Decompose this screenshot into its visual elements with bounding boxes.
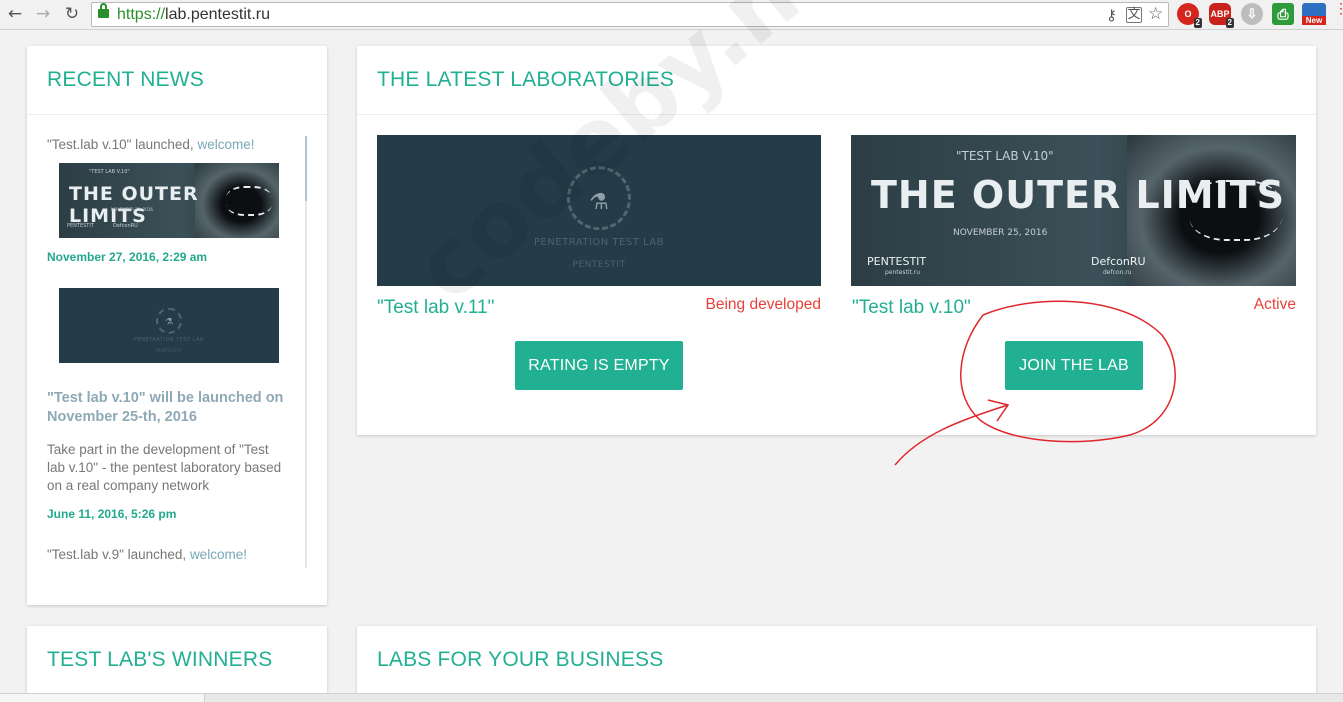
banner-brand: PENTESTIT (867, 255, 927, 268)
address-bar[interactable]: https://lab.pentestit.ru ⚷ 文 ☆ (91, 2, 1169, 27)
banner-brand: PENTESTIT (572, 260, 626, 270)
scrollbar-thumb[interactable] (0, 694, 205, 702)
winners-panel: TEST LAB'S WINNERS (27, 626, 327, 702)
news-item-3: "Test.lab v.9" launched, welcome! (47, 546, 247, 564)
banner-date: NOVEMBER 25, 2016 (111, 207, 153, 212)
news-list: "Test.lab v.10" launched, welcome! "TEST… (47, 136, 309, 566)
news-item-1-text: "Test.lab v.10" launched, (47, 137, 194, 152)
new-extension-icon[interactable]: New (1302, 3, 1326, 25)
annotation-arrow-line (894, 404, 1009, 466)
banner-title: THE OUTER LIMITS (871, 173, 1286, 217)
lock-icon (98, 3, 109, 18)
banner-partner-sub: defcon.ru (1103, 269, 1132, 276)
printer-extension-icon[interactable]: ⎙ (1272, 3, 1294, 25)
business-panel: LABS FOR YOUR BUSINESS (357, 626, 1316, 702)
latest-labs-title: THE LATEST LABORATORIES (377, 68, 675, 91)
lab-11-name[interactable]: "Test lab v.11" (377, 297, 494, 319)
recent-news-panel: RECENT NEWS "Test.lab v.10" launched, we… (27, 46, 327, 605)
new-label: New (1302, 16, 1326, 25)
banner-small-text: "TEST LAB V.10" (956, 149, 1054, 163)
opera-extension-icon[interactable]: O2 (1177, 3, 1202, 28)
recent-news-title: RECENT NEWS (47, 68, 204, 91)
flask-icon: ⚗ (589, 189, 609, 215)
translate-icon[interactable]: 文 (1126, 7, 1142, 23)
banner-partner: DefconRU (113, 223, 138, 229)
winners-title: TEST LAB'S WINNERS (47, 648, 273, 671)
news-item-2-heading[interactable]: "Test lab v.10" will be launched on Nove… (47, 389, 287, 427)
news-scrollbar-thumb[interactable] (305, 136, 307, 201)
news-item-2-date: June 11, 2016, 5:26 pm (47, 507, 177, 521)
annotation-circle-arrow (894, 300, 1176, 466)
banner-partner: DefconRU (1091, 255, 1146, 268)
browser-toolbar: ← → ↻ https://lab.pentestit.ru ⚷ 文 ☆ O2 … (0, 0, 1343, 30)
divider (27, 114, 327, 115)
url-text[interactable]: https://lab.pentestit.ru (117, 6, 270, 24)
banner-caption: PENETRATION TEST LAB (133, 337, 204, 343)
adblock-badge: 2 (1225, 18, 1234, 28)
news-item-1-date: November 27, 2016, 2:29 am (47, 250, 208, 264)
lab-10-banner[interactable]: "TEST LAB V.10" THE OUTER LIMITS NOVEMBE… (851, 135, 1296, 286)
menu-icon[interactable]: ⋮ (1334, 1, 1343, 23)
opera-badge: 2 (1193, 18, 1202, 28)
news-item-1-link[interactable]: welcome! (197, 137, 254, 152)
banner-title: THE OUTER LIMITS (69, 183, 199, 227)
banner-brand-small: PENTESTIT (155, 348, 182, 353)
horizontal-scrollbar[interactable] (0, 693, 1343, 702)
business-title: LABS FOR YOUR BUSINESS (377, 648, 664, 671)
news-item-2-banner[interactable]: ⚗ PENETRATION TEST LAB PENTESTIT (59, 288, 279, 363)
bookmark-star-icon[interactable]: ☆ (1148, 4, 1163, 24)
banner-brand: PENTESTIT (67, 223, 94, 229)
annotation-circle (960, 300, 1176, 443)
rating-is-empty-button[interactable]: RATING IS EMPTY (515, 341, 683, 390)
banner-caption: PENETRATION TEST LAB (533, 237, 664, 248)
news-item-3-link[interactable]: welcome! (190, 547, 247, 562)
news-item-1-banner[interactable]: "TEST LAB V.10" THE OUTER LIMITS NOVEMBE… (59, 163, 279, 238)
download-extension-icon[interactable]: ⇩ (1241, 3, 1263, 25)
back-button[interactable]: ← (5, 4, 25, 24)
forward-button[interactable]: → (33, 4, 53, 24)
banner-date: NOVEMBER 25, 2016 (953, 228, 1048, 238)
url-host: lab.pentestit.ru (165, 6, 270, 23)
news-item-2-text: Take part in the development of "Test la… (47, 442, 282, 493)
reload-button[interactable]: ↻ (62, 4, 82, 24)
news-item-3-text: "Test.lab v.9" launched, (47, 547, 187, 562)
lab-11-banner[interactable]: ⚗ PENETRATION TEST LAB PENTESTIT (377, 135, 821, 286)
banner-brand-sub: pentestit.ru (885, 269, 921, 276)
url-scheme: https:// (117, 6, 166, 23)
lab-11-status: Being developed (705, 296, 822, 313)
news-item-1: "Test.lab v.10" launched, welcome! (47, 136, 254, 154)
flask-icon: ⚗ (164, 317, 174, 327)
divider (357, 114, 1316, 115)
banner-small-text: "TEST LAB V.10" (89, 169, 130, 175)
adblock-extension-icon[interactable]: ABP 2 (1209, 3, 1234, 28)
key-icon[interactable]: ⚷ (1106, 6, 1117, 24)
